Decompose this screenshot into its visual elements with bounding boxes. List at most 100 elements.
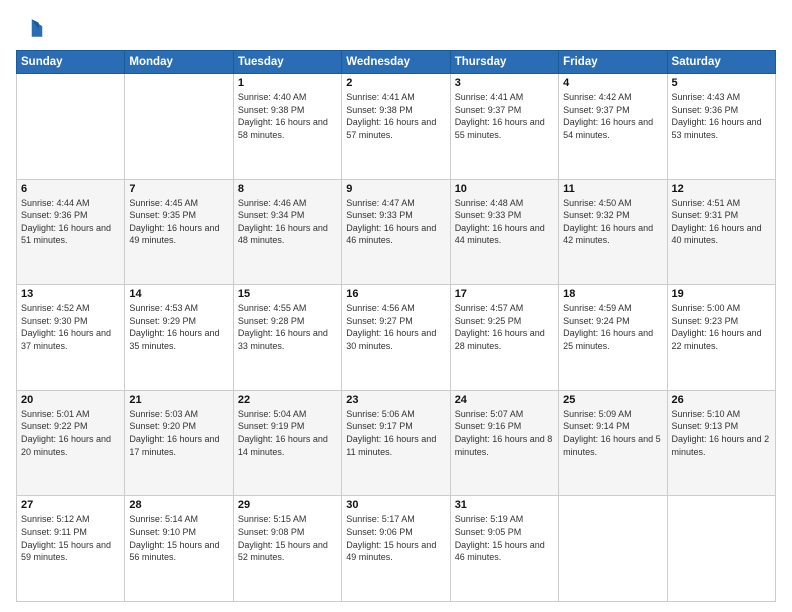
day-detail: Sunrise: 4:55 AMSunset: 9:28 PMDaylight:… [238,302,337,352]
calendar-cell: 17Sunrise: 4:57 AMSunset: 9:25 PMDayligh… [450,285,558,391]
column-header-saturday: Saturday [667,51,775,74]
day-detail: Sunrise: 5:09 AMSunset: 9:14 PMDaylight:… [563,408,662,458]
day-detail: Sunrise: 4:41 AMSunset: 9:37 PMDaylight:… [455,91,554,141]
day-number: 11 [563,183,662,195]
calendar-cell [17,74,125,180]
calendar-cell: 8 Sunrise: 4:46 AMSunset: 9:34 PMDaylight… [233,179,341,285]
day-detail: Sunrise: 4:42 AMSunset: 9:37 PMDaylight:… [563,91,662,141]
column-header-thursday: Thursday [450,51,558,74]
day-number: 18 [563,288,662,300]
day-number: 28 [129,499,228,511]
day-detail: Sunrise: 4:51 AMSunset: 9:31 PMDaylight:… [672,197,771,247]
day-number: 26 [672,394,771,406]
week-row-5: 27 Sunrise: 5:12 AMSunset: 9:11 PMDayligh… [17,496,776,602]
calendar-header-row: SundayMondayTuesdayWednesdayThursdayFrid… [17,51,776,74]
calendar-cell: 4 Sunrise: 4:42 AMSunset: 9:37 PMDaylight… [559,74,667,180]
column-header-wednesday: Wednesday [342,51,450,74]
calendar-cell: 14 Sunrise: 4:53 AMSunset: 9:29 PMDayligh… [125,285,233,391]
column-header-sunday: Sunday [17,51,125,74]
day-number: 25 [563,394,662,406]
day-detail: Sunrise: 4:57 AMSunset: 9:25 PMDaylight:… [455,302,554,352]
calendar-cell [667,496,775,602]
day-number: 15 [238,288,337,300]
day-number: 29 [238,499,337,511]
day-detail: Sunrise: 5:17 AMSunset: 9:06 PMDaylight:… [346,513,445,563]
calendar-cell: 11 Sunrise: 4:50 AMSunset: 9:32 PMDayligh… [559,179,667,285]
day-detail: Sunrise: 5:12 AMSunset: 9:11 PMDaylight:… [21,513,120,563]
day-detail: Sunrise: 4:43 AMSunset: 9:36 PMDaylight:… [672,91,771,141]
calendar-cell: 20Sunrise: 5:01 AMSunset: 9:22 PMDayligh… [17,390,125,496]
day-detail: Sunrise: 4:48 AMSunset: 9:33 PMDaylight:… [455,197,554,247]
week-row-4: 20Sunrise: 5:01 AMSunset: 9:22 PMDayligh… [17,390,776,496]
calendar-cell: 9 Sunrise: 4:47 AMSunset: 9:33 PMDaylight… [342,179,450,285]
calendar: SundayMondayTuesdayWednesdayThursdayFrid… [16,50,776,602]
day-detail: Sunrise: 5:10 AMSunset: 9:13 PMDaylight:… [672,408,771,458]
day-detail: Sunrise: 5:04 AMSunset: 9:19 PMDaylight:… [238,408,337,458]
page: SundayMondayTuesdayWednesdayThursdayFrid… [0,0,792,612]
calendar-cell: 30Sunrise: 5:17 AMSunset: 9:06 PMDayligh… [342,496,450,602]
calendar-cell: 29Sunrise: 5:15 AMSunset: 9:08 PMDayligh… [233,496,341,602]
column-header-friday: Friday [559,51,667,74]
logo-icon [16,14,44,42]
calendar-cell: 12 Sunrise: 4:51 AMSunset: 9:31 PMDayligh… [667,179,775,285]
day-detail: Sunrise: 5:19 AMSunset: 9:05 PMDaylight:… [455,513,554,563]
day-number: 13 [21,288,120,300]
day-detail: Sunrise: 4:50 AMSunset: 9:32 PMDaylight:… [563,197,662,247]
day-detail: Sunrise: 4:59 AMSunset: 9:24 PMDaylight:… [563,302,662,352]
calendar-cell: 15 Sunrise: 4:55 AMSunset: 9:28 PMDayligh… [233,285,341,391]
day-detail: Sunrise: 5:06 AMSunset: 9:17 PMDaylight:… [346,408,445,458]
calendar-cell: 1Sunrise: 4:40 AMSunset: 9:38 PMDaylight… [233,74,341,180]
day-number: 20 [21,394,120,406]
day-number: 4 [563,77,662,89]
day-detail: Sunrise: 4:46 AMSunset: 9:34 PMDaylight:… [238,197,337,247]
day-detail: Sunrise: 4:53 AMSunset: 9:29 PMDaylight:… [129,302,228,352]
day-number: 7 [129,183,228,195]
calendar-cell: 6 Sunrise: 4:44 AMSunset: 9:36 PMDaylight… [17,179,125,285]
calendar-cell: 31 Sunrise: 5:19 AMSunset: 9:05 PMDayligh… [450,496,558,602]
calendar-cell: 3Sunrise: 4:41 AMSunset: 9:37 PMDaylight… [450,74,558,180]
day-number: 12 [672,183,771,195]
day-number: 27 [21,499,120,511]
day-detail: Sunrise: 5:07 AMSunset: 9:16 PMDaylight:… [455,408,554,458]
calendar-cell: 16 Sunrise: 4:56 AMSunset: 9:27 PMDayligh… [342,285,450,391]
day-detail: Sunrise: 5:03 AMSunset: 9:20 PMDaylight:… [129,408,228,458]
day-detail: Sunrise: 4:56 AMSunset: 9:27 PMDaylight:… [346,302,445,352]
day-number: 8 [238,183,337,195]
header [16,14,776,42]
day-number: 2 [346,77,445,89]
calendar-cell: 13 Sunrise: 4:52 AMSunset: 9:30 PMDayligh… [17,285,125,391]
day-detail: Sunrise: 5:00 AMSunset: 9:23 PMDaylight:… [672,302,771,352]
logo [16,14,48,42]
day-number: 16 [346,288,445,300]
day-number: 22 [238,394,337,406]
calendar-cell: 19Sunrise: 5:00 AMSunset: 9:23 PMDayligh… [667,285,775,391]
calendar-cell: 26 Sunrise: 5:10 AMSunset: 9:13 PMDayligh… [667,390,775,496]
week-row-1: 1Sunrise: 4:40 AMSunset: 9:38 PMDaylight… [17,74,776,180]
week-row-2: 6 Sunrise: 4:44 AMSunset: 9:36 PMDaylight… [17,179,776,285]
column-header-monday: Monday [125,51,233,74]
calendar-cell: 7Sunrise: 4:45 AMSunset: 9:35 PMDaylight… [125,179,233,285]
day-number: 14 [129,288,228,300]
calendar-cell: 21 Sunrise: 5:03 AMSunset: 9:20 PMDayligh… [125,390,233,496]
calendar-cell: 18 Sunrise: 4:59 AMSunset: 9:24 PMDayligh… [559,285,667,391]
day-number: 31 [455,499,554,511]
day-detail: Sunrise: 4:40 AMSunset: 9:38 PMDaylight:… [238,91,337,141]
calendar-cell: 27 Sunrise: 5:12 AMSunset: 9:11 PMDayligh… [17,496,125,602]
day-number: 24 [455,394,554,406]
day-detail: Sunrise: 4:52 AMSunset: 9:30 PMDaylight:… [21,302,120,352]
column-header-tuesday: Tuesday [233,51,341,74]
day-number: 10 [455,183,554,195]
day-detail: Sunrise: 4:44 AMSunset: 9:36 PMDaylight:… [21,197,120,247]
day-number: 6 [21,183,120,195]
calendar-cell: 5Sunrise: 4:43 AMSunset: 9:36 PMDaylight… [667,74,775,180]
calendar-cell: 25 Sunrise: 5:09 AMSunset: 9:14 PMDayligh… [559,390,667,496]
day-detail: Sunrise: 5:14 AMSunset: 9:10 PMDaylight:… [129,513,228,563]
calendar-cell: 28 Sunrise: 5:14 AMSunset: 9:10 PMDayligh… [125,496,233,602]
day-number: 23 [346,394,445,406]
day-number: 9 [346,183,445,195]
day-detail: Sunrise: 4:47 AMSunset: 9:33 PMDaylight:… [346,197,445,247]
calendar-cell [125,74,233,180]
calendar-cell: 10 Sunrise: 4:48 AMSunset: 9:33 PMDayligh… [450,179,558,285]
day-number: 21 [129,394,228,406]
calendar-cell: 24 Sunrise: 5:07 AMSunset: 9:16 PMDayligh… [450,390,558,496]
